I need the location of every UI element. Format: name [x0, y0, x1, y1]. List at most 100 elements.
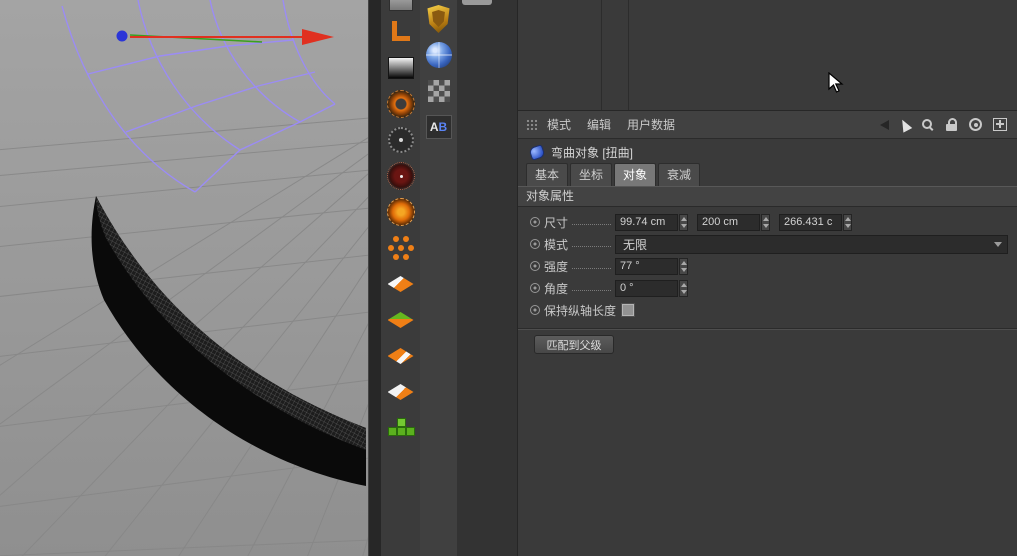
object-title: 弯曲对象 [扭曲]: [551, 145, 634, 160]
size-z-field[interactable]: 266.431 c: [779, 213, 842, 231]
angle-label: 角度: [544, 281, 569, 296]
key-circle-icon[interactable]: [530, 283, 540, 293]
viewport-3d[interactable]: [0, 0, 369, 556]
keep-length-checkbox[interactable]: [621, 303, 636, 317]
toolbar-icon-plane-field-white[interactable]: [384, 375, 418, 409]
toolbar-icon-green-blocks[interactable]: [384, 411, 418, 445]
key-circle-icon[interactable]: [530, 261, 540, 271]
toolbar-icon-field-spherical[interactable]: [384, 87, 418, 121]
c4d-window: A B 模式 编辑 用户数据 弯曲对象 [扭曲] 基本 坐标 对象 衰减 对象属…: [0, 0, 1017, 556]
attribute-menubar: 模式 编辑 用户数据: [518, 111, 1017, 139]
gradient-icon: [387, 57, 414, 79]
strength-label: 强度: [544, 259, 569, 274]
pick-arrow-icon[interactable]: [897, 116, 913, 133]
size-row: 尺寸 99.74 cm 200 cm 266.431 c: [518, 211, 1017, 233]
size-z-group: 266.431 c: [779, 213, 852, 231]
plane-field-icon: [387, 276, 414, 292]
scroll-handle[interactable]: [462, 0, 492, 5]
lock-icon[interactable]: [946, 117, 958, 132]
toolbar-icon-plane-field-green[interactable]: [384, 303, 418, 337]
angle-field[interactable]: 0 °: [615, 279, 678, 297]
ab-letter-a: A: [429, 120, 439, 134]
floor-grid: [0, 117, 368, 556]
toolbar-icon-gradient-ramp[interactable]: [384, 51, 418, 85]
toolbar-icon-checker-alpha[interactable]: [422, 74, 456, 108]
tab-basic[interactable]: 基本: [526, 163, 569, 186]
mode-row: 模式 无限: [518, 233, 1017, 255]
size-y-stepper[interactable]: [761, 213, 770, 231]
angle-row: 角度 0 °: [518, 277, 1017, 299]
strength-row: 强度 77 °: [518, 255, 1017, 277]
ab-letter-b: B: [438, 120, 448, 134]
key-circle-icon[interactable]: [530, 305, 540, 315]
axis-blue-handle: [116, 30, 128, 42]
size-x-stepper[interactable]: [679, 213, 688, 231]
size-y-field[interactable]: 200 cm: [697, 213, 760, 231]
field-dotted-icon: [387, 127, 414, 153]
menu-user-data[interactable]: 用户数据: [627, 116, 675, 133]
search-icon[interactable]: [921, 118, 935, 132]
key-circle-icon[interactable]: [530, 217, 540, 227]
object-title-row: 弯曲对象 [扭曲]: [518, 139, 1017, 165]
menu-edit[interactable]: 编辑: [587, 116, 611, 133]
panel-gap: [457, 0, 517, 556]
strength-stepper[interactable]: [679, 257, 688, 275]
mode-dropdown[interactable]: 无限: [615, 234, 1008, 254]
gold-shield-icon: [427, 5, 450, 33]
axis-l-icon: [390, 21, 412, 43]
toolbar-icon-perspective-cube[interactable]: [384, 0, 418, 13]
green-blocks-icon: [387, 418, 415, 438]
viewport-canvas: [0, 0, 368, 556]
field-burst-icon: [386, 198, 415, 226]
object-properties-rows: 尺寸 99.74 cm 200 cm 266.431 c 模式 无限 强度 77…: [518, 207, 1017, 354]
material-toolbar: A B: [420, 0, 457, 556]
history-back-icon[interactable]: [880, 119, 889, 130]
menubar-icons: [880, 116, 1009, 133]
toolbar-icon-cluster-points[interactable]: [384, 231, 418, 265]
field-radial-icon: [386, 162, 415, 190]
attribute-tabs: 基本 坐标 对象 衰减: [518, 163, 1017, 186]
toolbar-icon-plane-field-striped[interactable]: [384, 339, 418, 373]
object-manager-area[interactable]: [518, 0, 1017, 111]
tab-object[interactable]: 对象: [614, 163, 657, 186]
dot-leader: [572, 219, 611, 225]
toolbar-icon-blue-sphere[interactable]: [422, 38, 456, 72]
plane-field-white-icon: [387, 384, 414, 400]
cluster-dots-icon: [397, 245, 404, 251]
dot-leader: [572, 263, 611, 269]
toolbar-icon-workplane-axis[interactable]: [384, 15, 418, 49]
toolbar-icon-field-dotted[interactable]: [384, 123, 418, 157]
field-spherical-icon: [386, 90, 415, 118]
keep-length-row: 保持纵轴长度: [518, 299, 1017, 321]
angle-stepper[interactable]: [679, 279, 688, 297]
deformer-toolbar: [381, 0, 420, 556]
axis-red-arrowhead: [302, 29, 334, 45]
toolbar-icon-plane-field-orange[interactable]: [384, 267, 418, 301]
target-icon[interactable]: [969, 118, 982, 131]
size-z-stepper[interactable]: [843, 213, 852, 231]
menu-mode[interactable]: 模式: [547, 116, 571, 133]
panel-handle-icon[interactable]: [526, 119, 537, 130]
tab-falloff[interactable]: 衰减: [658, 163, 701, 186]
key-circle-icon[interactable]: [530, 239, 540, 249]
blue-sphere-icon: [425, 42, 452, 68]
viewport-splitter[interactable]: [368, 0, 382, 556]
size-x-field[interactable]: 99.74 cm: [615, 213, 678, 231]
section-object-properties[interactable]: 对象属性: [518, 186, 1017, 207]
column-divider: [601, 0, 602, 110]
strength-group: 77 °: [615, 257, 688, 275]
mode-label: 模式: [544, 237, 569, 252]
plane-field-striped-icon: [387, 348, 414, 364]
bend-deformer-cage: [61, 0, 336, 193]
fit-to-parent-button[interactable]: 匹配到父级: [534, 335, 614, 354]
toolbar-icon-field-burst[interactable]: [384, 195, 418, 229]
toolbar-icon-gold-shield[interactable]: [422, 2, 456, 36]
keep-length-label: 保持纵轴长度: [544, 303, 617, 318]
column-divider: [628, 0, 629, 110]
tab-coordinates[interactable]: 坐标: [570, 163, 613, 186]
strength-field[interactable]: 77 °: [615, 257, 678, 275]
toolbar-icon-field-radial-red[interactable]: [384, 159, 418, 193]
toolbar-icon-font-ab[interactable]: A B: [422, 110, 456, 144]
size-label: 尺寸: [544, 215, 569, 230]
new-panel-icon[interactable]: [993, 118, 1007, 131]
